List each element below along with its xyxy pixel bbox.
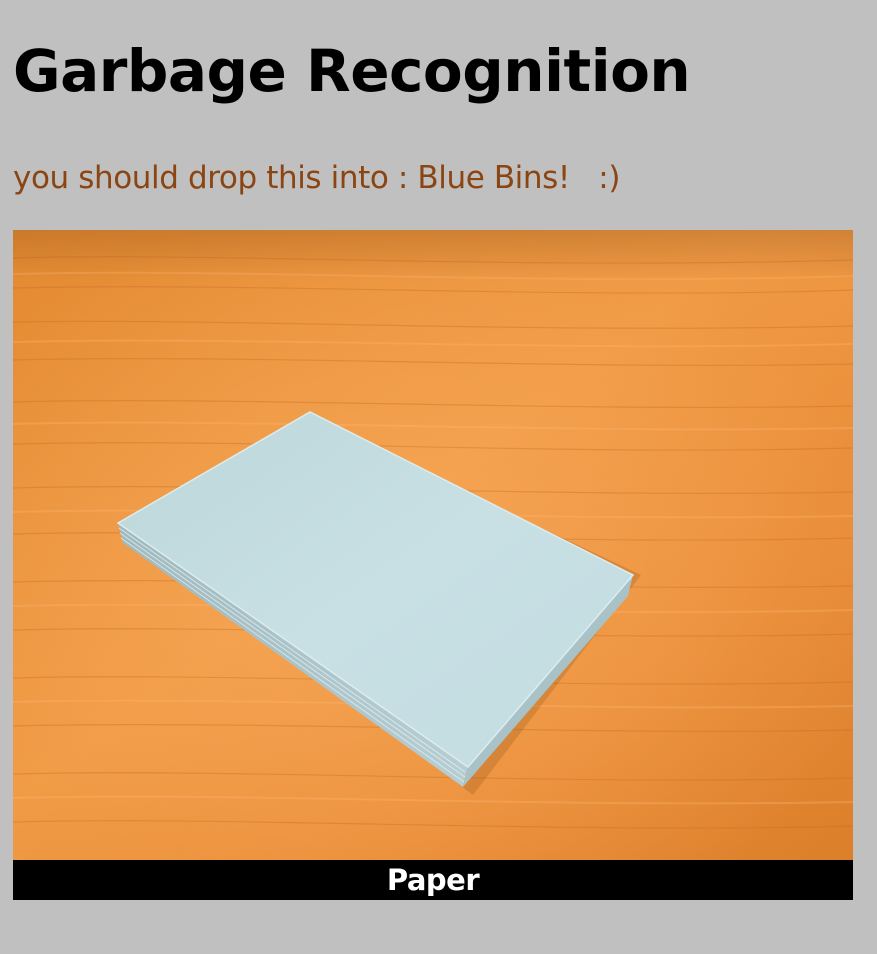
bin-recommendation-text: you should drop this into : Blue Bins! :… (13, 160, 621, 196)
classification-caption: Paper (13, 860, 853, 900)
page-title: Garbage Recognition (13, 37, 691, 105)
classification-label: Paper (386, 863, 480, 897)
uploaded-photo (13, 230, 853, 860)
classification-result: Paper (13, 230, 853, 900)
